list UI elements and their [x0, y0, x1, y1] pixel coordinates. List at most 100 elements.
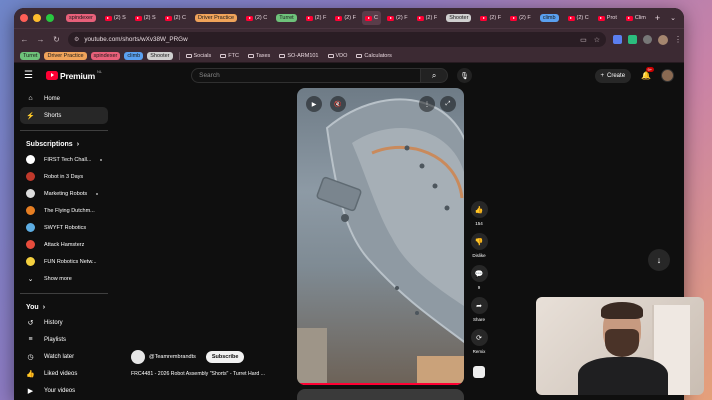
- show-more-button[interactable]: ⌄ Show more: [20, 270, 108, 287]
- tab-title: (2) F: [489, 15, 502, 21]
- address-bar-row: ← → ↻ ⚙ youtube.com/shorts/wXv38W_PRGw ▭…: [14, 28, 684, 50]
- bookmark-group[interactable]: Turret: [20, 52, 41, 60]
- bookmark-folder-label: Socials: [193, 53, 212, 59]
- browser-tab[interactable]: (2) S: [132, 11, 159, 25]
- browser-tab[interactable]: Prot: [595, 11, 620, 25]
- extension-icon[interactable]: [628, 35, 637, 44]
- cast-icon[interactable]: ▭: [580, 36, 587, 44]
- bookmark-folder[interactable]: SO-ARM101: [279, 53, 319, 59]
- browser-tab[interactable]: (2) F: [414, 11, 441, 25]
- sidebar-item-your-videos[interactable]: ▶ Your videos: [20, 382, 108, 399]
- tab-search-icon[interactable]: ⌄: [670, 14, 676, 22]
- subscription-item[interactable]: FUN Robotics Netw...: [20, 253, 108, 270]
- new-tab-button[interactable]: +: [655, 13, 660, 23]
- tab-group-label[interactable]: climb: [537, 11, 562, 25]
- url-text[interactable]: youtube.com/shorts/wXv38W_PRGw: [84, 36, 187, 43]
- remix-button[interactable]: ⟳: [470, 329, 488, 346]
- menu-icon[interactable]: ☰: [24, 70, 36, 81]
- extensions-puzzle-icon[interactable]: [643, 35, 652, 44]
- subscribe-button[interactable]: Subscribe: [205, 351, 245, 363]
- subscription-item[interactable]: FIRST Tech Chall...: [20, 151, 108, 168]
- bookmark-group[interactable]: spindexer: [90, 52, 121, 60]
- sidebar-item-watch-later[interactable]: ◷ Watch later: [20, 348, 108, 365]
- browser-tab[interactable]: (2) F: [332, 11, 359, 25]
- tab-group-label[interactable]: Shooter: [443, 11, 474, 25]
- browser-tab[interactable]: C: [361, 11, 381, 25]
- playback-progress-bar[interactable]: [297, 383, 464, 385]
- search-button[interactable]: ⌕: [421, 68, 449, 83]
- tab-title: Clim: [634, 15, 646, 21]
- tab-group-label[interactable]: Driver Practice: [192, 11, 240, 25]
- browser-tab[interactable]: (2) C: [162, 11, 189, 25]
- forward-button[interactable]: →: [36, 35, 45, 44]
- sidebar-item-home[interactable]: ⌂ Home: [20, 90, 108, 107]
- fullscreen-button[interactable]: ⤢: [440, 96, 456, 112]
- sidebar-item-history[interactable]: ↺ History: [20, 314, 108, 331]
- browser-menu-icon[interactable]: ⋮: [674, 35, 682, 44]
- minimize-window-button[interactable]: [33, 14, 41, 22]
- browser-tab[interactable]: (2) C: [243, 11, 270, 25]
- browser-tab[interactable]: (2) F: [303, 11, 330, 25]
- video-frame: [297, 98, 464, 385]
- bookmark-star-icon[interactable]: ☆: [594, 36, 600, 44]
- comments-button[interactable]: 💬: [470, 265, 488, 282]
- site-info-icon[interactable]: ⚙: [74, 36, 79, 43]
- maximize-window-button[interactable]: [46, 14, 54, 22]
- channel-avatar[interactable]: [131, 350, 145, 364]
- more-options-button[interactable]: ⋮: [419, 96, 435, 112]
- bookmark-group[interactable]: Shooter: [147, 52, 173, 60]
- subscription-item[interactable]: Robot in 3 Days: [20, 168, 108, 185]
- browser-tab[interactable]: (2) F: [477, 11, 504, 25]
- bookmark-group[interactable]: climb: [124, 52, 144, 60]
- webcam-person-beard: [605, 329, 639, 357]
- account-avatar[interactable]: [661, 69, 674, 82]
- sidebar-divider: [20, 293, 108, 294]
- short-title[interactable]: FRC4481 - 2026 Robot Assembly "Shorts" -…: [131, 371, 296, 377]
- search-input[interactable]: Search: [191, 68, 422, 83]
- subscription-item[interactable]: Attack Hamsterz: [20, 236, 108, 253]
- you-header[interactable]: You ›: [20, 300, 108, 314]
- youtube-logo[interactable]: Premium NL: [46, 69, 102, 81]
- shorts-player[interactable]: ▶ 🔇 ⋮ ⤢: [297, 88, 464, 385]
- mute-button[interactable]: 🔇: [330, 96, 346, 112]
- address-bar[interactable]: ⚙ youtube.com/shorts/wXv38W_PRGw ▭ ☆: [68, 32, 606, 47]
- create-label: Create: [607, 72, 626, 79]
- create-button[interactable]: + Create: [594, 68, 632, 83]
- next-short-button[interactable]: ↓: [648, 249, 670, 271]
- bookmark-folder[interactable]: Calculators: [356, 53, 392, 59]
- like-button[interactable]: 👍: [470, 201, 488, 218]
- tab-group-label[interactable]: Turret: [273, 11, 299, 25]
- browser-tab[interactable]: (2) F: [507, 11, 534, 25]
- bookmark-folder[interactable]: VDO: [327, 53, 347, 59]
- subscription-item[interactable]: Marketing Robots: [20, 185, 108, 202]
- subscription-item[interactable]: The Flying Dutchm...: [20, 202, 108, 219]
- browser-tab[interactable]: (2) S: [102, 11, 129, 25]
- bookmark-group[interactable]: Driver Practice: [44, 52, 87, 60]
- subscription-item[interactable]: SWYFT Robotics: [20, 219, 108, 236]
- bookmark-folder[interactable]: Taxes: [247, 53, 270, 59]
- browser-tab[interactable]: (2) C: [565, 11, 592, 25]
- your-videos-icon: ▶: [27, 387, 34, 395]
- audio-thumbnail[interactable]: [473, 366, 485, 378]
- browser-tab[interactable]: (2) F: [384, 11, 411, 25]
- reload-button[interactable]: ↻: [52, 35, 61, 44]
- close-window-button[interactable]: [20, 14, 28, 22]
- voice-search-button[interactable]: 🎙: [457, 68, 473, 83]
- browser-tab[interactable]: Clim: [623, 11, 649, 25]
- dislike-button[interactable]: 👎: [470, 233, 488, 250]
- share-button[interactable]: ➦: [470, 297, 488, 314]
- bookmark-folder[interactable]: FTC: [220, 53, 239, 59]
- back-button[interactable]: ←: [20, 35, 29, 44]
- sidebar-item-liked-videos[interactable]: 👍 Liked videos: [20, 365, 108, 382]
- profile-avatar[interactable]: [658, 34, 668, 45]
- sidebar-item-playlists[interactable]: ≡ Playlists: [20, 331, 108, 348]
- next-short-preview[interactable]: [297, 389, 464, 400]
- notifications-button[interactable]: 🔔 9+: [641, 67, 654, 80]
- extension-icon[interactable]: [613, 35, 622, 44]
- subscriptions-header[interactable]: Subscriptions ›: [20, 137, 108, 151]
- bookmark-folder[interactable]: Socials: [185, 53, 212, 59]
- play-button[interactable]: ▶: [306, 96, 322, 112]
- channel-name[interactable]: @Teamrembrandts: [149, 354, 196, 360]
- tab-group-label[interactable]: spindexer: [63, 11, 99, 25]
- sidebar-item-shorts[interactable]: ⚡ Shorts: [20, 107, 108, 124]
